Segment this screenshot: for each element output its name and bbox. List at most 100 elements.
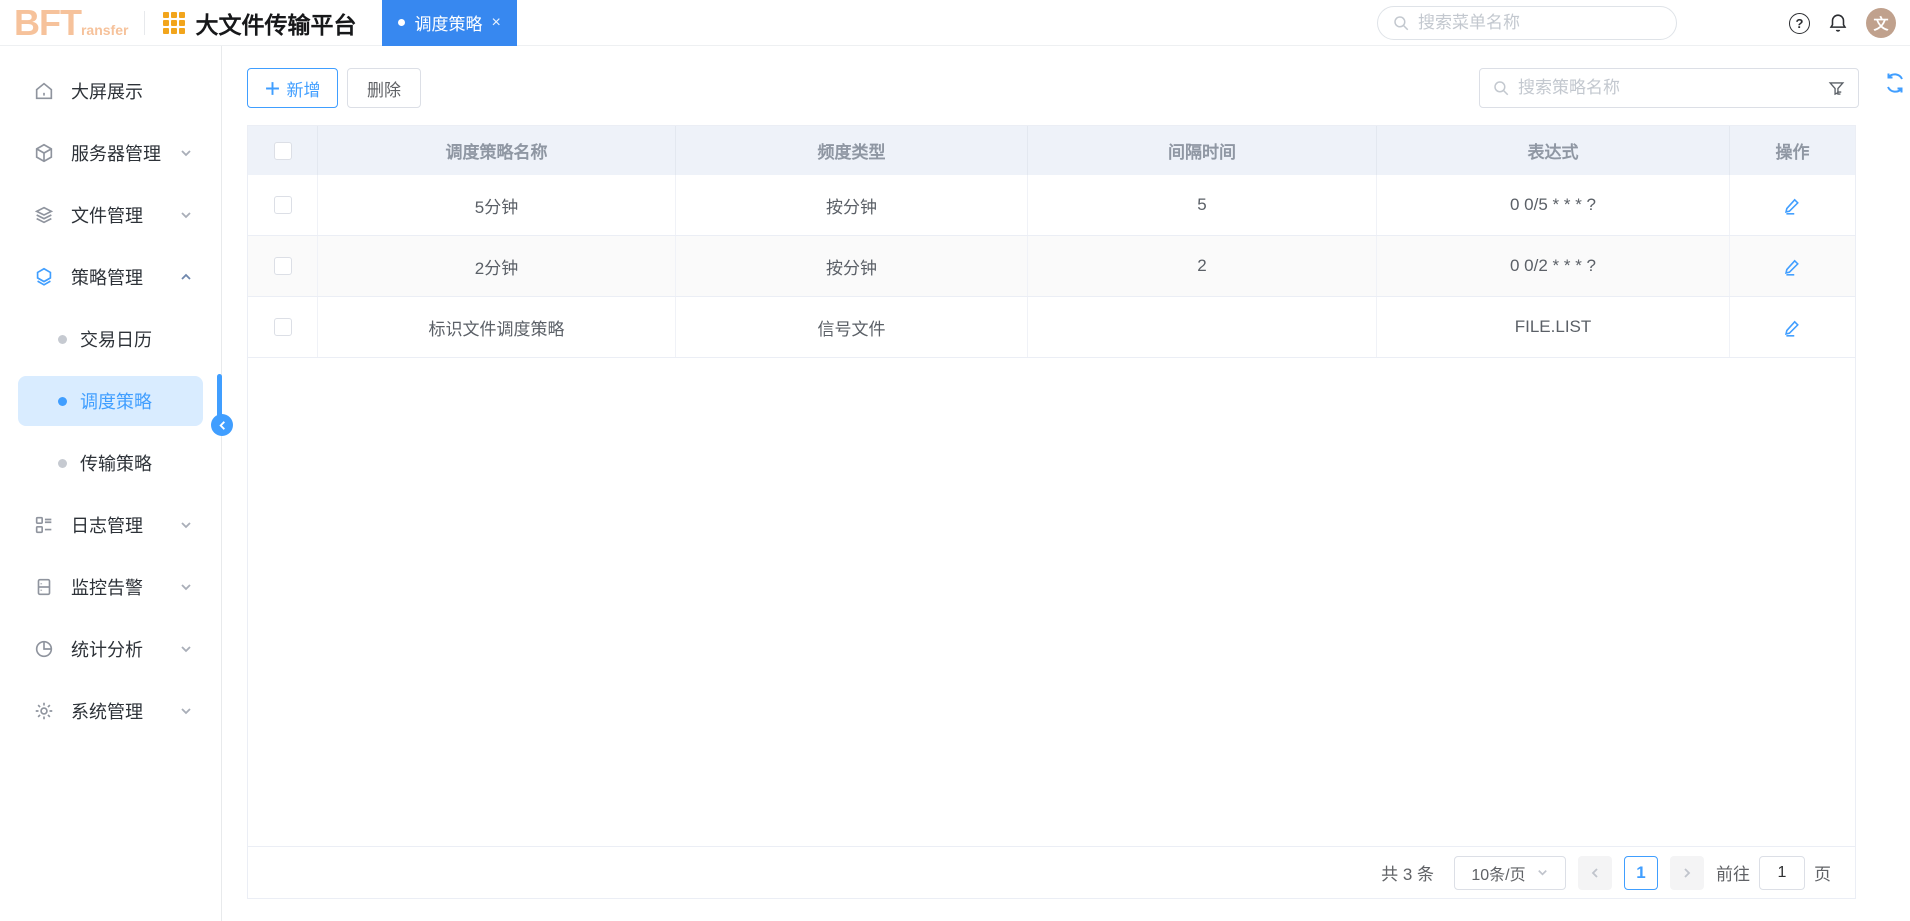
bullet-dot-icon <box>58 458 67 468</box>
cell-freq: 按分钟 <box>676 175 1028 235</box>
tab-scheduling-strategy[interactable]: 调度策略 × <box>382 0 517 46</box>
sidebar-item-strategy-mgmt[interactable]: 策略管理 <box>0 246 221 308</box>
home-icon <box>35 82 53 100</box>
strategy-search-input[interactable] <box>1518 78 1819 98</box>
page-unit-label: 页 <box>1814 865 1831 884</box>
sidebar-item-label: 监控告警 <box>71 578 143 598</box>
chevron-down-icon <box>179 518 193 532</box>
search-icon <box>1394 16 1409 31</box>
chevron-down-icon <box>179 208 193 222</box>
main-content: 新增 删除 调度策略名称 频度类型 间隔时间 表达式 操作 5分钟 按分钟 5 … <box>222 46 1910 921</box>
sidebar-item-log-mgmt[interactable]: 日志管理 <box>0 494 221 556</box>
add-button-label: 新增 <box>286 80 321 100</box>
edit-pen-icon[interactable] <box>1782 195 1803 216</box>
column-header-expr: 表达式 <box>1377 126 1730 175</box>
select-all-cell <box>248 126 318 175</box>
sidebar-item-scheduling-strategy[interactable]: 调度策略 <box>18 376 203 426</box>
header-divider <box>144 10 146 35</box>
sidebar-item-label: 服务器管理 <box>71 144 161 164</box>
filter-funnel-icon[interactable] <box>1827 79 1846 98</box>
page-size-value: 10条/页 <box>1471 866 1526 884</box>
sidebar-item-file-mgmt[interactable]: 文件管理 <box>0 184 221 246</box>
bullet-dot-icon <box>58 334 67 344</box>
sidebar-item-label: 传输策略 <box>80 454 152 474</box>
tab-label: 调度策略 <box>414 15 483 34</box>
next-page-button[interactable] <box>1670 855 1704 890</box>
log-list-icon <box>35 516 52 534</box>
current-page-button[interactable]: 1 <box>1624 855 1658 890</box>
sidebar-item-label: 系统管理 <box>71 702 143 722</box>
edit-pen-icon[interactable] <box>1782 256 1803 277</box>
user-avatar[interactable]: 文 <box>1866 8 1896 38</box>
gear-icon <box>35 702 53 720</box>
strategy-table-card: 调度策略名称 频度类型 间隔时间 表达式 操作 5分钟 按分钟 5 0 0/5 … <box>247 125 1856 899</box>
column-header-name: 调度策略名称 <box>318 126 676 175</box>
chevron-up-icon <box>179 270 193 284</box>
goto-label: 前往 <box>1716 865 1750 884</box>
app-header: BFTransfer 大文件传输平台 调度策略 × ? 文 <box>0 0 1910 46</box>
bell-icon[interactable] <box>1827 12 1849 34</box>
cell-name: 2分钟 <box>318 236 676 296</box>
goto-page-input[interactable] <box>1759 855 1805 890</box>
refresh-icon[interactable] <box>1883 71 1907 95</box>
sidebar-item-monitor-alert[interactable]: 监控告警 <box>0 556 221 618</box>
sidebar-collapse-handle[interactable] <box>211 414 233 436</box>
select-all-checkbox[interactable] <box>273 141 292 160</box>
app-grid-icon <box>163 11 186 34</box>
sidebar-item-server-mgmt[interactable]: 服务器管理 <box>0 122 221 184</box>
row-checkbox[interactable] <box>273 196 292 214</box>
chevron-right-icon <box>1684 867 1691 878</box>
sidebar-item-transfer-strategy[interactable]: 传输策略 <box>18 432 203 494</box>
server-box-icon <box>35 143 53 163</box>
sidebar-item-dashboard[interactable]: 大屏展示 <box>0 60 221 122</box>
total-count: 共 3 条 <box>1381 865 1434 884</box>
sidebar-item-trading-calendar[interactable]: 交易日历 <box>18 308 203 370</box>
tab-close-icon[interactable]: × <box>491 14 500 32</box>
toolbar: 新增 删除 <box>247 68 1910 108</box>
sidebar-item-label: 日志管理 <box>71 516 143 536</box>
cell-expr: 0 0/2 * * * ? <box>1377 236 1730 296</box>
layers-icon <box>34 206 54 224</box>
column-header-freq: 频度类型 <box>676 126 1028 175</box>
chevron-left-icon <box>218 420 225 430</box>
strategy-search[interactable] <box>1479 68 1859 108</box>
table-row: 5分钟 按分钟 5 0 0/5 * * * ? <box>248 175 1855 236</box>
sidebar-item-system-mgmt[interactable]: 系统管理 <box>0 680 221 742</box>
menu-search[interactable] <box>1377 6 1677 40</box>
page-title: 大文件传输平台 <box>195 11 357 38</box>
table-header-row: 调度策略名称 频度类型 间隔时间 表达式 操作 <box>248 126 1855 175</box>
pagination-bar: 共 3 条 10条/页 1 前往 页 <box>248 846 1855 898</box>
bullet-dot-icon <box>58 396 67 406</box>
page-size-select[interactable]: 10条/页 <box>1454 855 1566 890</box>
row-checkbox[interactable] <box>273 257 292 275</box>
menu-search-input[interactable] <box>1418 13 1662 33</box>
plus-icon <box>265 81 279 95</box>
sidebar-item-label: 统计分析 <box>71 640 143 660</box>
help-icon[interactable]: ? <box>1789 12 1810 34</box>
cell-name: 标识文件调度策略 <box>318 297 676 357</box>
chevron-down-icon <box>179 704 193 718</box>
column-header-interval: 间隔时间 <box>1028 126 1377 175</box>
prev-page-button[interactable] <box>1578 855 1612 890</box>
sidebar-item-statistics[interactable]: 统计分析 <box>0 618 221 680</box>
column-header-action: 操作 <box>1775 143 1810 162</box>
cell-name: 5分钟 <box>318 175 676 235</box>
table-row: 标识文件调度策略 信号文件 FILE.LIST <box>248 297 1855 358</box>
search-icon <box>1494 81 1509 96</box>
row-checkbox[interactable] <box>273 318 292 336</box>
sidebar-item-label: 大屏展示 <box>71 82 143 102</box>
delete-button[interactable]: 删除 <box>347 68 421 108</box>
tab-active-dot <box>398 19 406 26</box>
bft-logo: BFTransfer <box>14 4 128 41</box>
chevron-left-icon <box>1591 867 1598 878</box>
chevron-down-icon <box>179 642 193 656</box>
delete-button-label: 删除 <box>367 80 401 100</box>
cell-interval: 2 <box>1028 236 1377 296</box>
sidebar-nav: 大屏展示 服务器管理 文件管理 策略管理 交易日历 调度策略 传输策略 日志管理 <box>0 46 222 921</box>
edit-pen-icon[interactable] <box>1782 317 1803 338</box>
sidebar-item-label: 文件管理 <box>71 206 143 226</box>
sidebar-item-label: 交易日历 <box>80 330 152 350</box>
cell-freq: 按分钟 <box>676 236 1028 296</box>
table-row: 2分钟 按分钟 2 0 0/2 * * * ? <box>248 236 1855 297</box>
add-button[interactable]: 新增 <box>247 68 338 108</box>
